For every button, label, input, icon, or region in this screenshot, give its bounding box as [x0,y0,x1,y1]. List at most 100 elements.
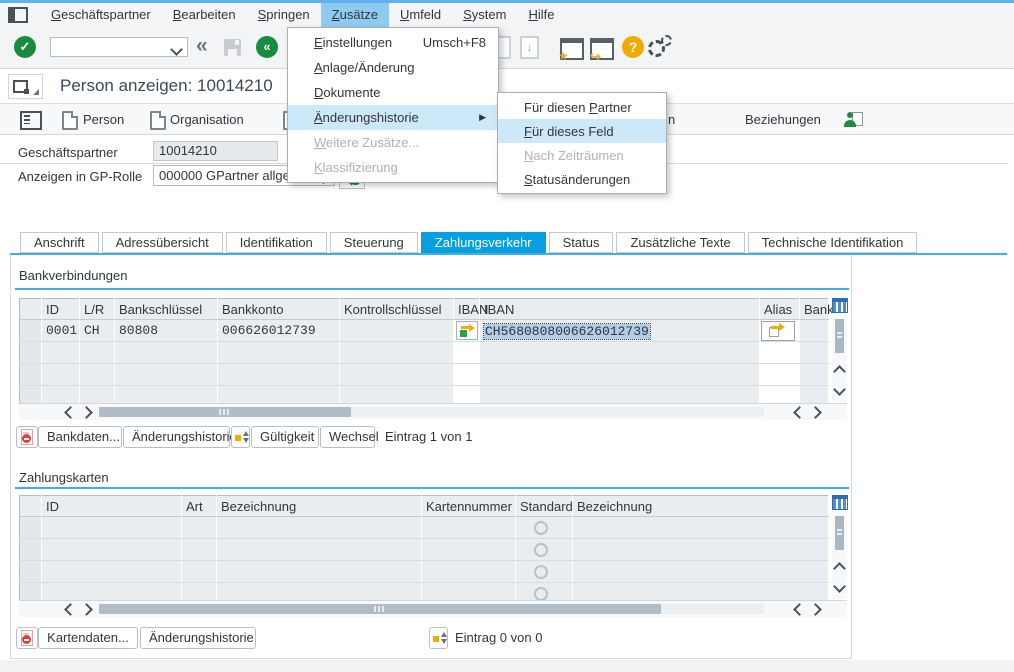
services-for-object-button[interactable] [8,74,43,99]
bank-scroll-up-icon[interactable] [832,364,846,378]
menu-item-dokumente[interactable]: Dokumente [288,80,498,105]
cards-scroll-right-icon[interactable] [79,602,93,616]
bank-scroll-right-icon[interactable] [79,405,93,419]
bank-hscroll-track[interactable] [99,407,764,417]
bank-row-empty[interactable] [20,342,829,364]
tab-zusaetzliche-texte[interactable]: Zusätzliche Texte [616,232,744,253]
bank-vscroll-thumb[interactable] [835,319,844,353]
kartendaten-button[interactable]: Kartendaten... [38,627,138,649]
customize-layout-small-gear-icon[interactable] [661,35,672,46]
locator-toggle-icon[interactable] [20,111,42,130]
bank-cell-iban[interactable]: CH5680808006626012739 [480,320,760,342]
menu-bearbeiten[interactable]: Bearbeiten [162,3,247,27]
bank-col-bankschluessel[interactable]: Bankschlüssel [115,299,218,320]
wechsel-button[interactable]: Wechsel [320,426,375,448]
bank-move-entry-button[interactable] [231,426,250,448]
cards-col-art[interactable]: Art [182,496,217,517]
iban-generate-button[interactable] [456,321,478,340]
menu-item-anlage-aenderung[interactable]: Anlage/Änderung [288,55,498,80]
cards-col-id[interactable]: ID [42,496,182,517]
bank-scroll-down-icon[interactable] [832,382,846,396]
bank-col-alias[interactable]: Alias [760,299,800,320]
cards-scroll-left2-icon[interactable] [792,602,806,616]
cards-scroll-down-icon[interactable] [832,579,846,593]
bank-cell-bankschluessel[interactable]: 80808 [115,320,218,342]
cards-row-empty[interactable] [20,561,829,583]
tab-zahlungsverkehr[interactable]: Zahlungsverkehr [421,232,546,253]
bank-scroll-left-icon[interactable] [63,405,77,419]
partner-switch-person-icon[interactable] [843,112,857,127]
submenu-item-fuer-diesen-partner[interactable]: Für diesen Partner [498,95,666,119]
standard-radio[interactable] [534,543,548,557]
tab-technische-identifikation[interactable]: Technische Identifikation [748,232,918,253]
alias-create-button[interactable] [761,321,795,341]
standard-radio[interactable] [534,521,548,535]
cards-vscroll-thumb[interactable] [835,516,844,550]
cards-col-kartennummer[interactable]: Kartennummer [422,496,516,517]
organisation-button[interactable]: Organisation [170,111,244,128]
command-input[interactable] [50,37,188,57]
tab-status[interactable]: Status [549,232,614,253]
save-icon[interactable] [224,39,241,56]
menu-item-klassifizierung[interactable]: Klassifizierung [288,155,498,180]
screen-menu-icon[interactable] [8,7,28,23]
bank-aenderungshistorie-button[interactable]: Änderungshistorie [123,426,230,448]
submenu-item-nach-zeitraeumen[interactable]: Nach Zeiträumen [498,143,666,167]
menu-geschaeftspartner[interactable]: Geschäftspartner [40,3,162,27]
bank-col-bank[interactable]: Bank [800,299,829,320]
bank-cell-bank[interactable] [800,320,829,342]
cards-row-empty[interactable] [20,539,829,561]
menu-item-aenderungshistorie[interactable]: Änderungshistorie ▶ [288,105,498,130]
tab-identifikation[interactable]: Identifikation [226,232,327,253]
cards-table-settings-icon[interactable] [832,495,848,510]
create-shortcut-icon[interactable]: ↪ [590,38,614,60]
bank-col-bankkonto[interactable]: Bankkonto [218,299,340,320]
bank-col-lr[interactable]: L/R [80,299,115,320]
bank-row-1[interactable]: 0001 CH 80808 006626012739 CH56808080066… [20,320,829,342]
bankdaten-button[interactable]: Bankdaten... [38,426,122,448]
bank-col-iban-btn[interactable]: IBAN [454,299,480,320]
iban-value-selected[interactable]: CH5680808006626012739 [484,324,650,339]
cards-scroll-up-icon[interactable] [832,561,846,575]
bank-cell-lr[interactable]: CH [80,320,115,342]
row-selector[interactable] [20,320,42,342]
bank-scroll-right2-icon[interactable] [808,405,822,419]
submenu-item-fuer-dieses-feld[interactable]: Für dieses Feld [498,119,666,143]
bank-cell-kontrollschluessel[interactable] [340,320,454,342]
cards-scroll-left-icon[interactable] [63,602,77,616]
menu-umfeld[interactable]: Umfeld [389,3,452,27]
enter-check-icon[interactable]: ✓ [14,36,36,58]
bank-cell-id[interactable]: 0001 [42,320,80,342]
delete-bank-row-button[interactable] [16,426,38,448]
row-selector[interactable] [20,517,42,539]
bank-select-all-header[interactable] [20,299,42,320]
cards-hscroll-track[interactable] [99,604,764,614]
beziehungen-button[interactable]: Beziehungen [745,111,821,128]
delete-card-row-button[interactable] [16,627,38,649]
submenu-item-statusaenderungen[interactable]: Statusänderungen [498,167,666,191]
menu-springen[interactable]: Springen [247,3,321,27]
partner-number-field[interactable]: 10014210 [153,141,278,161]
bank-scroll-left2-icon[interactable] [792,405,806,419]
cards-scroll-right2-icon[interactable] [808,602,822,616]
help-icon[interactable]: ? [622,36,644,58]
bank-table-settings-icon[interactable] [832,298,848,313]
menu-hilfe[interactable]: Hilfe [517,3,565,27]
new-session-icon[interactable]: ★ [560,38,584,60]
row-selector[interactable] [20,539,42,561]
standard-radio[interactable] [534,565,548,579]
row-selector[interactable] [20,364,42,386]
menu-item-einstellungen[interactable]: Einstellungen Umsch+F8 [288,30,498,55]
cards-col-standard[interactable]: Standard [516,496,573,517]
collapse-chevrons-icon[interactable]: « [196,36,208,56]
menu-system[interactable]: System [452,3,517,27]
bank-cell-bankkonto[interactable]: 006626012739 [218,320,340,342]
tab-steuerung[interactable]: Steuerung [330,232,418,253]
cards-move-entry-button[interactable] [429,627,448,649]
cards-hscroll-thumb[interactable] [99,604,661,614]
cards-aenderungshistorie-button[interactable]: Änderungshistorie [140,627,256,649]
row-selector[interactable] [20,561,42,583]
bank-vertical-scrollbar[interactable] [832,298,847,402]
tab-adressuebersicht[interactable]: Adressübersicht [102,232,223,253]
cards-col-bezeichnung2[interactable]: Bezeichnung [573,496,829,517]
